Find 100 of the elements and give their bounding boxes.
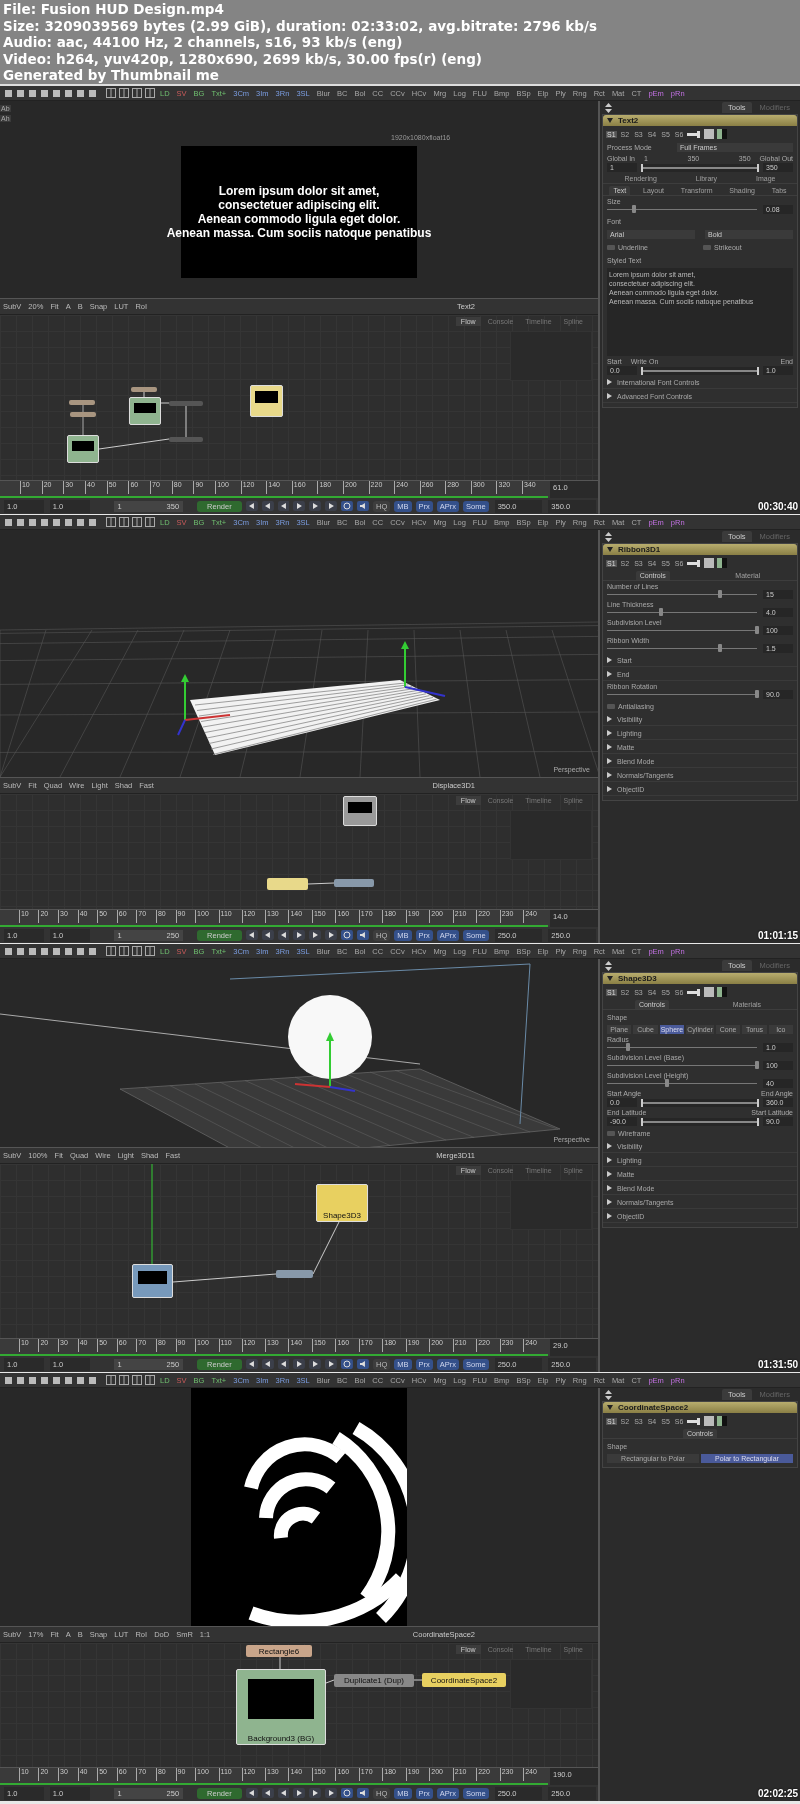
layout-icon xyxy=(119,1375,129,1385)
checkbox[interactable] xyxy=(607,704,615,709)
layout-icon xyxy=(145,517,155,527)
layout-icon xyxy=(145,1375,155,1385)
transport-icon xyxy=(293,501,306,511)
node-label: Background3 (BG) xyxy=(247,1734,315,1744)
flow-node[interactable] xyxy=(276,1270,313,1278)
timestamp: 01:01:15 xyxy=(757,930,798,941)
flow-node[interactable] xyxy=(131,387,157,392)
tool-title-bar[interactable]: Text2 xyxy=(603,115,797,126)
expand-icon xyxy=(607,786,612,792)
flow-node[interactable] xyxy=(69,400,95,405)
text-line: Lorem ipsum dolor sit amet, xyxy=(218,184,380,198)
info-text: Size: 3209039569 bytes (2.99 GiB), duration: 02:33:02, avg.bitrate: 2796 kb/s xyxy=(3,17,598,35)
slider-thumb[interactable] xyxy=(755,690,759,698)
range-slider[interactable] xyxy=(641,163,759,172)
timestamp: 01:31:50 xyxy=(757,1359,798,1370)
flow-node[interactable] xyxy=(267,878,308,890)
slider-thumb[interactable] xyxy=(659,608,663,616)
transport-icon xyxy=(245,1359,258,1369)
flow-node[interactable] xyxy=(132,1264,173,1298)
slider-thumb[interactable] xyxy=(755,1061,759,1069)
scroll-arrows-icon xyxy=(604,960,613,971)
info-text: Video: h264, yuv420p, 1280x690, 2699 kb/s, 30.00 fps(r) (eng) xyxy=(3,50,483,68)
checkbox[interactable] xyxy=(607,1131,615,1136)
expand-icon xyxy=(607,772,612,778)
speaker-icon xyxy=(357,1359,370,1369)
tool-title-bar[interactable]: CoordinateSpace2 xyxy=(603,1402,797,1413)
layout-icon xyxy=(132,946,142,956)
loop-icon xyxy=(341,1788,354,1798)
flow-node[interactable] xyxy=(67,435,99,463)
text-line: consectetuer adipiscing elit. xyxy=(218,198,380,212)
transport-icon xyxy=(293,930,306,940)
layout-icon xyxy=(119,946,129,956)
slider-thumb[interactable] xyxy=(717,644,722,652)
expand-icon xyxy=(607,393,612,399)
expand-icon xyxy=(607,1171,612,1177)
transport-icon xyxy=(309,930,322,940)
node-label: Shape3D3 xyxy=(323,1211,361,1221)
flow-node[interactable]: Rectangle6 xyxy=(246,1645,312,1657)
flow-node[interactable]: Shape3D3 xyxy=(316,1184,368,1222)
color-swatch-icon xyxy=(717,129,728,139)
pin-icon xyxy=(687,1416,702,1426)
transport-icon xyxy=(277,930,290,940)
checkbox[interactable] xyxy=(703,245,711,250)
layout-icon xyxy=(145,946,155,956)
connector-line xyxy=(279,1656,281,1670)
flow-node[interactable] xyxy=(250,385,283,417)
range-slider[interactable] xyxy=(641,366,759,375)
layout-icon xyxy=(132,1375,142,1385)
transport-icon xyxy=(325,501,338,511)
text-line: Aenean massa. Cum sociis natoque penatibus xyxy=(166,226,432,240)
flow-node[interactable] xyxy=(169,437,203,442)
tool-name: Ribbon3D1 xyxy=(618,545,661,554)
transport-icon xyxy=(309,1359,322,1369)
scroll-arrows-icon xyxy=(604,102,613,113)
node-label: Duplicate1 (Dup) xyxy=(344,1676,404,1685)
tool-title-bar[interactable]: Ribbon3D1 xyxy=(603,544,797,555)
slider-thumb[interactable] xyxy=(717,590,722,598)
timestamp: 02:02:25 xyxy=(757,1788,798,1799)
connector-line xyxy=(143,391,145,398)
slider-thumb[interactable] xyxy=(626,1043,630,1051)
color-swatch-icon xyxy=(717,1416,728,1426)
checkbox[interactable] xyxy=(607,245,615,250)
range-slider[interactable] xyxy=(641,1117,759,1126)
expand-icon xyxy=(607,758,612,764)
slider-thumb[interactable] xyxy=(632,205,636,213)
expand-icon xyxy=(607,1213,612,1219)
connector-line xyxy=(160,402,170,404)
transport-icon xyxy=(325,1359,338,1369)
flow-node[interactable]: Background3 (BG) xyxy=(236,1669,326,1745)
connector-line xyxy=(325,1679,335,1684)
flow-node[interactable] xyxy=(169,401,203,406)
speaker-icon xyxy=(357,1788,370,1798)
expand-icon xyxy=(607,1199,612,1205)
scroll-arrows-icon xyxy=(604,531,613,542)
loop-icon xyxy=(341,1359,354,1369)
transport-icon xyxy=(261,501,274,511)
layout-icon xyxy=(145,88,155,98)
flow-node[interactable] xyxy=(129,397,161,425)
expand-icon xyxy=(607,379,612,385)
info-text: Generated by Thumbnail me xyxy=(3,67,220,84)
flow-node[interactable]: CoordinateSpace2 xyxy=(422,1673,506,1687)
tool-name: Text2 xyxy=(618,116,639,125)
connector-line xyxy=(185,405,187,438)
pin-icon xyxy=(687,129,702,139)
flow-node[interactable] xyxy=(334,879,374,887)
layout-icon xyxy=(119,88,129,98)
flow-node[interactable]: Duplicate1 (Dup) xyxy=(334,1674,414,1687)
layout-icon xyxy=(119,517,129,527)
layout-icon xyxy=(106,88,116,98)
slider-thumb[interactable] xyxy=(665,1079,669,1087)
expand-icon xyxy=(607,1157,612,1163)
timestamp: 00:30:40 xyxy=(757,501,798,512)
view-icon xyxy=(704,987,715,997)
tool-title-bar[interactable]: Shape3D3 xyxy=(603,973,797,984)
range-slider[interactable] xyxy=(641,1098,759,1107)
flow-node[interactable] xyxy=(343,796,377,826)
slider-thumb[interactable] xyxy=(755,626,759,634)
flow-node[interactable] xyxy=(70,412,96,417)
